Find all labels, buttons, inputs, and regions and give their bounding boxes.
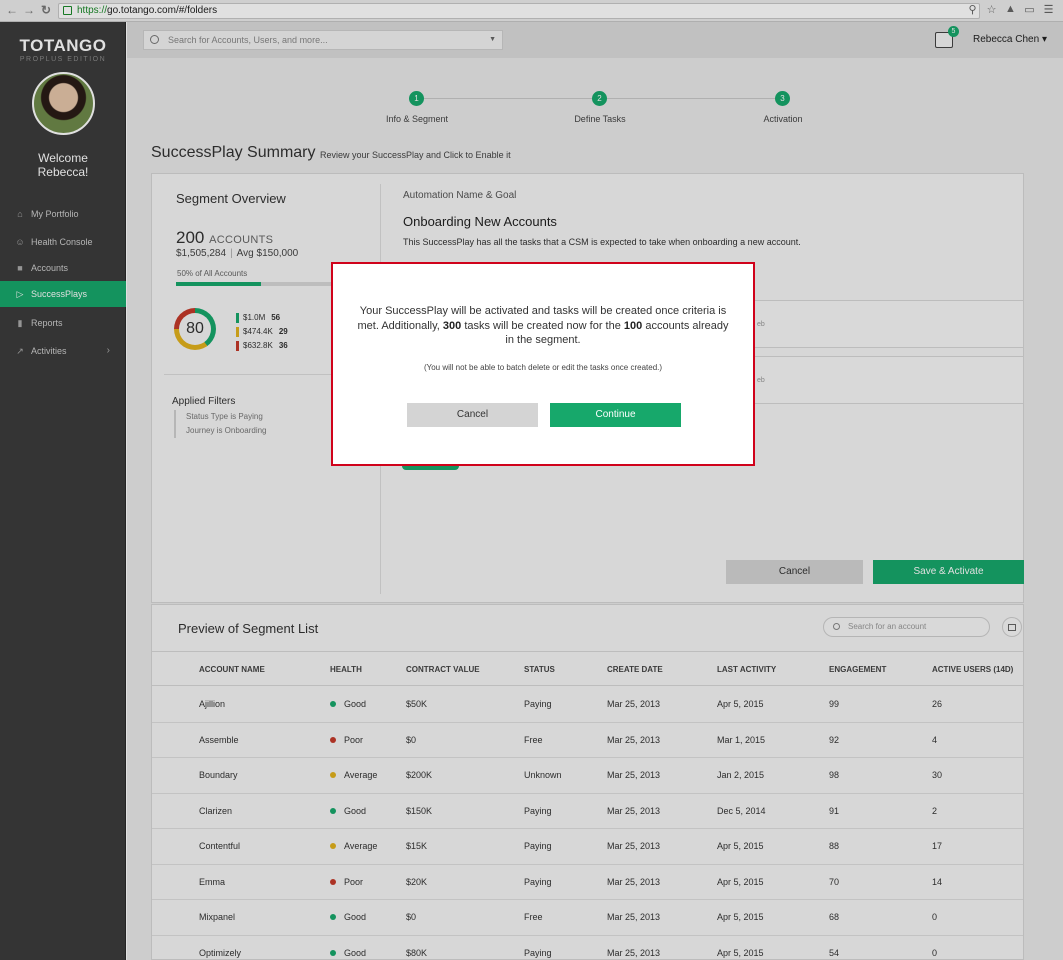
dialog-message: Your SuccessPlay will be activated and t…: [353, 304, 733, 348]
dialog-cancel-button[interactable]: Cancel: [407, 403, 538, 427]
dialog-continue-button[interactable]: Continue: [550, 403, 681, 427]
dialog-message-part-2: tasks will be created now for the: [464, 319, 621, 332]
dialog-accounts-count: 100: [623, 319, 643, 332]
dialog-note: (You will not be able to batch delete or…: [423, 363, 663, 372]
modal-backdrop: [0, 0, 1063, 960]
dialog-tasks-count: 300: [442, 319, 462, 332]
activation-confirm-dialog: Your SuccessPlay will be activated and t…: [331, 262, 755, 466]
